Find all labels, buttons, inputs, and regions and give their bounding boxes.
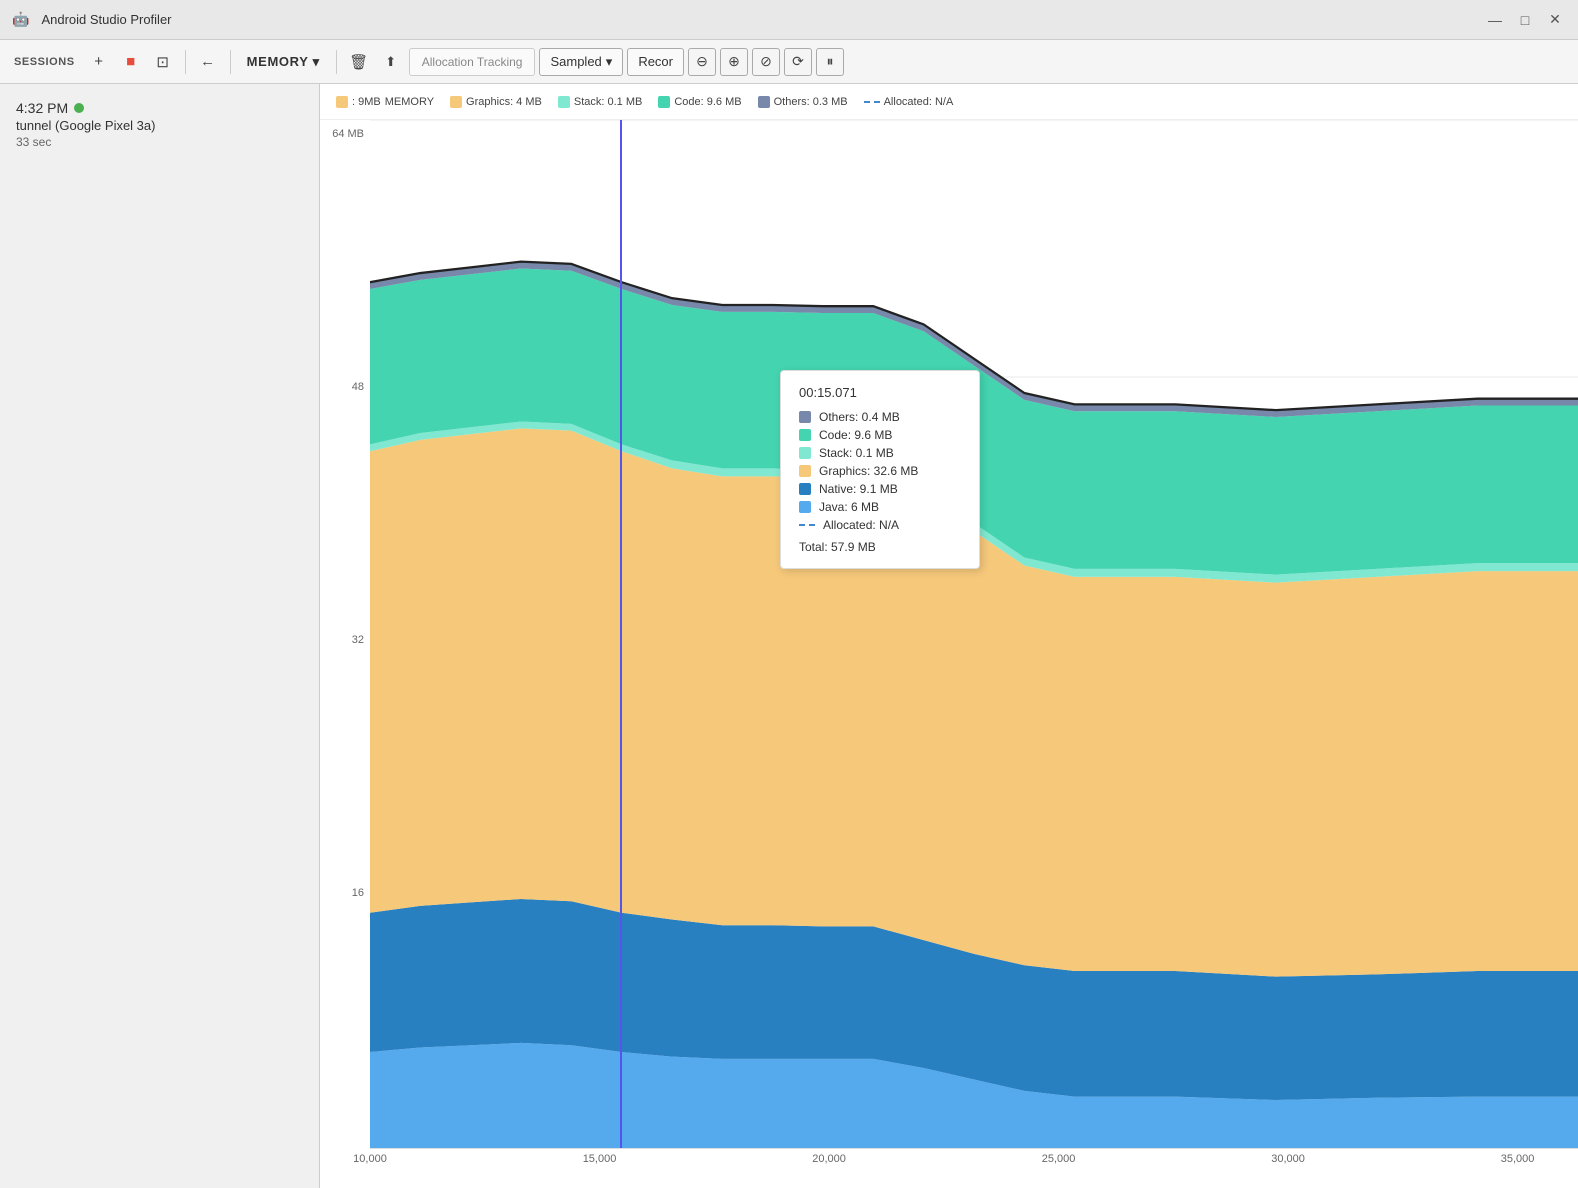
legend-stack: Stack: 0.1 MB (558, 96, 642, 108)
legend-others: Others: 0.3 MB (758, 96, 848, 108)
timeline-axis: 10,000 15,000 20,000 25,000 30,000 35,00… (370, 1148, 1578, 1188)
main-layout: 4:32 PM tunnel (Google Pixel 3a) 33 sec … (0, 84, 1578, 1188)
allocation-tracking-button[interactable]: Allocation Tracking (409, 48, 536, 76)
legend-allocated-label: Allocated: N/A (884, 96, 954, 108)
sync-button[interactable]: ⟳ (784, 48, 812, 76)
legend-allocated-swatch (864, 101, 880, 103)
stop-button[interactable]: ■ (117, 48, 145, 76)
y-label-16: 16 (352, 887, 364, 899)
reset-zoom-button[interactable]: ⊘ (752, 48, 780, 76)
add-session-button[interactable]: + (85, 48, 113, 76)
legend-memory-label: : 9MB (352, 96, 381, 108)
y-label-48: 48 (352, 381, 364, 393)
tick-10000: 10,000 (353, 1153, 387, 1165)
legend-code-swatch (658, 96, 670, 108)
tick-20000: 20,000 (812, 1153, 846, 1165)
chart-svg-container (370, 120, 1578, 1148)
legend-memory: : 9MB MEMORY (336, 96, 434, 108)
tick-15000: 15,000 (583, 1153, 617, 1165)
legend-memory-type: MEMORY (385, 96, 434, 108)
tick-35000: 35,000 (1501, 1153, 1535, 1165)
sessions-label: SESSIONS (8, 56, 81, 68)
zoom-in-button[interactable]: ⊕ (720, 48, 748, 76)
title-bar: 🤖 Android Studio Profiler — □ ✕ (0, 0, 1578, 40)
legend-bar: : 9MB MEMORY Graphics: 4 MB Stack: 0.1 M… (320, 84, 1578, 120)
legend-graphics: Graphics: 4 MB (450, 96, 542, 108)
memory-chart-svg (370, 120, 1578, 1148)
sampled-dropdown[interactable]: Sampled ▾ (539, 48, 623, 76)
sidebar: 4:32 PM tunnel (Google Pixel 3a) 33 sec (0, 84, 320, 1188)
chart-wrapper[interactable]: 64 MB 48 32 16 (320, 120, 1578, 1188)
y-label-32: 32 (352, 634, 364, 646)
minimize-button[interactable]: — (1484, 9, 1506, 31)
legend-others-swatch (758, 96, 770, 108)
app-title: Android Studio Profiler (41, 12, 171, 27)
legend-others-label: Others: 0.3 MB (774, 96, 848, 108)
record-button[interactable]: Recor (627, 48, 684, 76)
zoom-out-button[interactable]: ⊖ (688, 48, 716, 76)
session-duration: 33 sec (16, 135, 303, 149)
tick-30000: 30,000 (1271, 1153, 1305, 1165)
legend-code-label: Code: 9.6 MB (674, 96, 741, 108)
session-time: 4:32 PM (16, 100, 303, 116)
legend-stack-swatch (558, 96, 570, 108)
y-axis-labels: 64 MB 48 32 16 (320, 120, 370, 1148)
session-active-dot (74, 103, 84, 113)
session-item[interactable]: 4:32 PM tunnel (Google Pixel 3a) 33 sec (0, 92, 319, 157)
layout-button[interactable]: ⊡ (149, 48, 177, 76)
legend-graphics-swatch (450, 96, 462, 108)
delete-button[interactable]: 🗑 (345, 48, 373, 76)
session-device: tunnel (Google Pixel 3a) (16, 118, 303, 133)
close-button[interactable]: ✕ (1544, 9, 1566, 31)
chart-area[interactable]: : 9MB MEMORY Graphics: 4 MB Stack: 0.1 M… (320, 84, 1578, 1188)
divider-2 (230, 50, 231, 74)
legend-stack-label: Stack: 0.1 MB (574, 96, 642, 108)
toolbar: SESSIONS + ■ ⊡ ← MEMORY ▾ 🗑 ⬆ Allocation… (0, 40, 1578, 84)
export-button[interactable]: ⬆ (377, 48, 405, 76)
divider-1 (185, 50, 186, 74)
y-label-64: 64 MB (332, 128, 364, 140)
legend-graphics-label: Graphics: 4 MB (466, 96, 542, 108)
pause-button[interactable]: ⏸ (816, 48, 844, 76)
maximize-button[interactable]: □ (1514, 9, 1536, 31)
legend-memory-swatch (336, 96, 348, 108)
legend-allocated: Allocated: N/A (864, 96, 954, 108)
legend-code: Code: 9.6 MB (658, 96, 741, 108)
back-button[interactable]: ← (194, 48, 222, 76)
divider-3 (336, 50, 337, 74)
tick-25000: 25,000 (1042, 1153, 1076, 1165)
memory-dropdown[interactable]: MEMORY ▾ (239, 50, 328, 74)
